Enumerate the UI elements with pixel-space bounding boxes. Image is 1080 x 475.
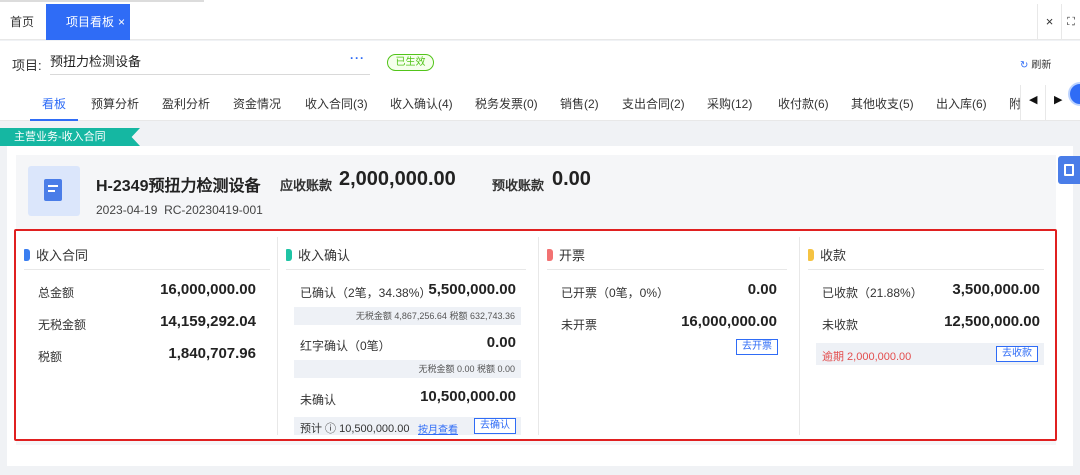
received-label: 已收款（21.88%）	[822, 286, 923, 300]
contract-date: 2023-04-19	[96, 203, 158, 217]
divider	[538, 237, 539, 435]
note-icon[interactable]	[1058, 156, 1080, 184]
contract-document-icon	[28, 166, 80, 216]
tab-project-board[interactable]: 项目看板 ×	[46, 4, 130, 40]
issued-label: 已开票（0笔，0%）	[561, 286, 670, 300]
panel-title-text: 收入确认	[298, 248, 351, 263]
unreceived-label: 未收款	[822, 318, 859, 332]
tax-amount-label: 税额	[38, 350, 63, 364]
go-confirm-button[interactable]: 去确认	[474, 418, 516, 434]
red-confirm-subtotal: 无税金额 0.00 税额 0.00	[294, 360, 521, 378]
tab-board[interactable]: 看板	[42, 95, 66, 112]
stats-panel: 收入合同 总金额 16,000,000.00 无税金额 14,159,292.0…	[14, 229, 1057, 441]
project-select[interactable]: 预扭力检测设备	[50, 49, 370, 75]
flag-icon	[808, 249, 814, 261]
forecast-label: 预计 ⓘ 10,500,000.00	[300, 423, 410, 435]
total-amount-label: 总金额	[38, 286, 75, 300]
confirm-panel: 收入确认 已确认（2笔，34.38%） 5,500,000.00 无税金额 4,…	[280, 231, 538, 439]
issued-value: 0.00	[747, 281, 777, 298]
red-confirm-label: 红字确认（0笔）	[300, 339, 391, 353]
confirmed-label: 已确认（2笔，34.38%）	[300, 286, 432, 300]
monthly-view-link[interactable]: 按月查看	[418, 421, 458, 436]
more-icon[interactable]: ···	[350, 51, 365, 65]
scroll-left-icon[interactable]: ◀	[1029, 93, 1037, 106]
receipt-panel: 收款 已收款（21.88%） 3,500,000.00 未收款 12,500,0…	[802, 231, 1054, 439]
project-label: 项目:	[12, 58, 42, 73]
flag-icon	[286, 249, 292, 261]
contract-code: RC-20230419-001	[164, 203, 263, 217]
tab-income-confirm[interactable]: 收入确认(4)	[390, 95, 453, 112]
tax-amount-value: 1,840,707.96	[168, 345, 256, 362]
divider	[24, 269, 270, 270]
project-row: 项目: 预扭力检测设备 ··· 已生效 ↻ 刷新	[0, 41, 1080, 85]
unreceived-value: 12,500,000.00	[944, 313, 1040, 330]
section-ribbon: 主营业务-收入合同	[0, 128, 140, 146]
tab-payments[interactable]: 收付款(6)	[778, 95, 829, 112]
panel-title-text: 收款	[820, 248, 847, 263]
divider	[1045, 85, 1046, 121]
pretax-amount-label: 无税金额	[38, 318, 87, 332]
refresh-button[interactable]: ↻ 刷新	[1020, 56, 1051, 71]
confirmed-subtotal: 无税金额 4,867,256.64 税额 632,743.36	[294, 307, 521, 325]
tab-home[interactable]: 首页	[0, 4, 44, 40]
received-value: 3,500,000.00	[952, 281, 1040, 298]
tab-funds[interactable]: 资金情况	[233, 95, 281, 112]
divider	[547, 269, 787, 270]
tab-income-contract[interactable]: 收入合同(3)	[305, 95, 368, 112]
divider	[799, 237, 800, 435]
flag-icon	[24, 249, 30, 261]
overdue-amount: 逾期 2,000,000.00	[822, 351, 912, 363]
invoice-panel: 开票 已开票（0笔，0%） 0.00 未开票 16,000,000.00 去开票	[541, 231, 799, 439]
red-confirm-value: 0.00	[486, 334, 516, 351]
pending-value: 10,500,000.00	[420, 388, 516, 405]
tab-other[interactable]: 其他收支(5)	[851, 95, 914, 112]
tab-attachment[interactable]: 附	[1009, 95, 1020, 112]
panel-title: 收入合同	[24, 245, 88, 264]
tab-budget[interactable]: 预算分析	[91, 95, 139, 112]
tab-inventory[interactable]: 出入库(6)	[936, 95, 987, 112]
receivable-value: 2,000,000.00	[339, 168, 456, 190]
tab-profit[interactable]: 盈利分析	[162, 95, 210, 112]
unissued-label: 未开票	[561, 318, 598, 332]
tab-label: 项目看板	[66, 15, 115, 29]
panel-title-text: 开票	[559, 248, 586, 263]
contract-title: H-2349预扭力检测设备	[96, 178, 261, 195]
receivable-label: 应收账款	[280, 178, 333, 193]
panel-title: 开票	[547, 245, 585, 264]
tab-tax-invoice[interactable]: 税务发票(0)	[475, 95, 538, 112]
top-tab-bar: 首页 项目看板 × × ⛶	[0, 0, 1080, 40]
total-amount-value: 16,000,000.00	[160, 281, 256, 298]
contract-meta: 2023-04-19 RC-20230419-001	[96, 203, 263, 217]
panel-title: 收入确认	[286, 245, 350, 264]
active-tab-underline	[30, 119, 78, 121]
go-receive-button[interactable]: 去收款	[996, 346, 1038, 362]
pretax-amount-value: 14,159,292.04	[160, 313, 256, 330]
refresh-label: 刷新	[1031, 60, 1052, 71]
panel-title: 收款	[808, 245, 846, 264]
divider	[277, 237, 278, 435]
go-invoice-button[interactable]: 去开票	[736, 339, 778, 355]
contract-panel: 收入合同 总金额 16,000,000.00 无税金额 14,159,292.0…	[18, 231, 276, 439]
top-divider	[0, 0, 204, 2]
fullscreen-icon[interactable]: ⛶	[1061, 4, 1080, 40]
module-tabs: 看板 预算分析 盈利分析 资金情况 收入合同(3) 收入确认(4) 税务发票(0…	[0, 85, 1080, 121]
confirmed-value: 5,500,000.00	[428, 281, 516, 298]
close-tab-icon[interactable]: ×	[118, 15, 125, 29]
tab-sales[interactable]: 销售(2)	[560, 95, 599, 112]
divider	[1020, 85, 1021, 121]
advance-value: 0.00	[552, 168, 591, 190]
unissued-value: 16,000,000.00	[681, 313, 777, 330]
panel-title-text: 收入合同	[36, 248, 89, 263]
close-icon[interactable]: ×	[1037, 4, 1061, 40]
refresh-icon: ↻	[1020, 60, 1029, 71]
tab-purchase[interactable]: 采购(12)	[707, 95, 752, 112]
pending-label: 未确认	[300, 393, 337, 407]
status-badge: 已生效	[387, 54, 434, 71]
tab-expense-contract[interactable]: 支出合同(2)	[622, 95, 685, 112]
divider	[808, 269, 1044, 270]
divider	[286, 269, 526, 270]
advance-label: 预收账款	[492, 178, 545, 193]
scroll-right-icon[interactable]: ▶	[1054, 93, 1062, 106]
flag-icon	[547, 249, 553, 261]
